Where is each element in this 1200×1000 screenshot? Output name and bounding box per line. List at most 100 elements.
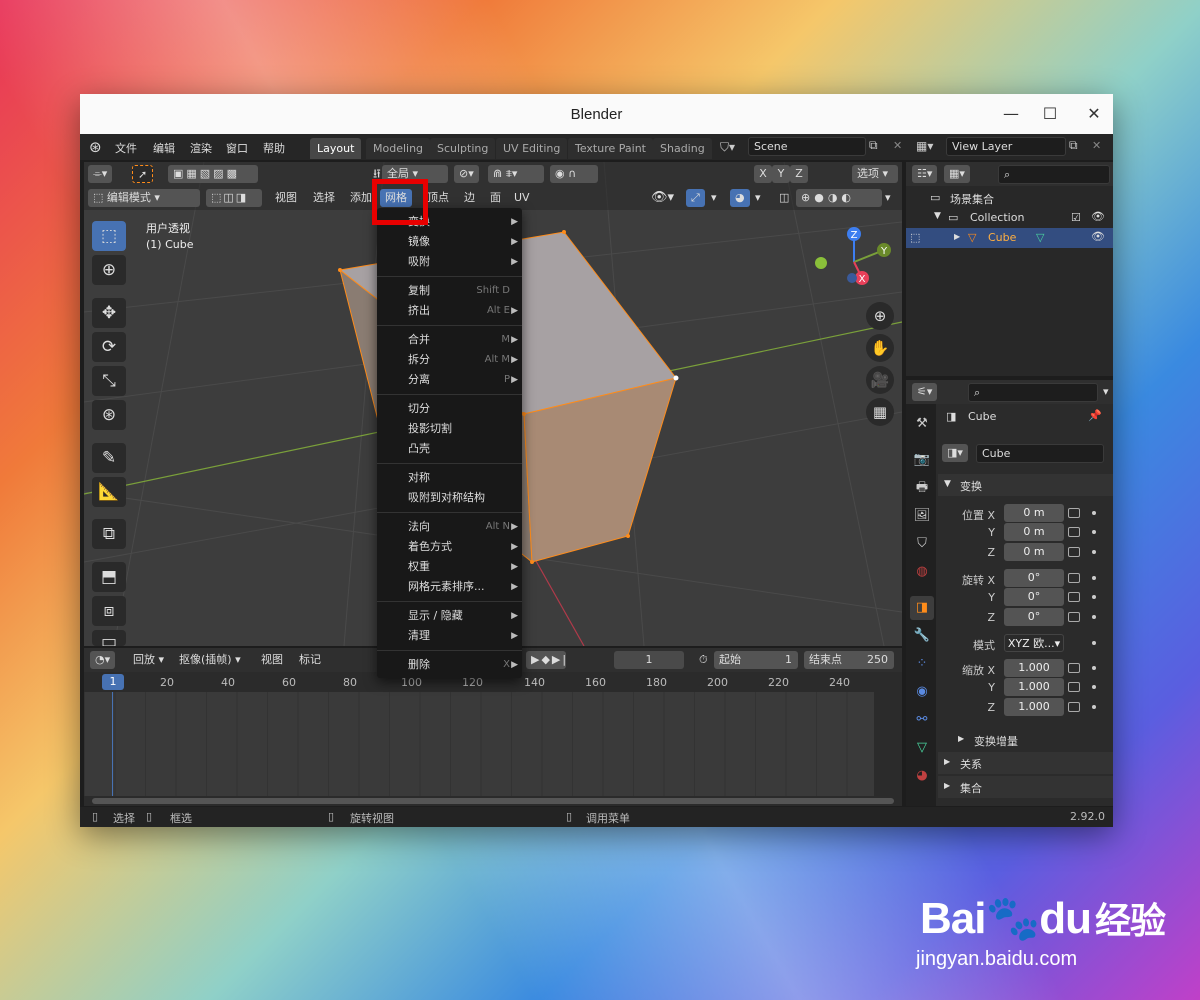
expand-arrow-icon[interactable]: ▶ <box>954 232 960 241</box>
select-box-tool-icon[interactable]: ⬚ <box>92 221 126 251</box>
axis-z-toggle[interactable]: Z <box>790 165 808 183</box>
view-layer-icon[interactable]: ▦▾ <box>916 139 933 153</box>
particles-tab-icon[interactable]: ⁘ <box>910 652 934 676</box>
menu-view[interactable]: 视图 <box>270 189 302 207</box>
overlay-dropdown-icon[interactable]: ▾ <box>750 189 766 207</box>
axis-y-toggle[interactable]: Y <box>772 165 790 183</box>
keying-dropdown[interactable]: 抠像(插帧) ▾ <box>174 651 246 669</box>
timeline-scrollbar[interactable] <box>92 798 894 804</box>
snap-icon[interactable]: ⋒ ⩨▾ <box>488 165 544 183</box>
gizmo-dropdown-icon[interactable]: ▾ <box>706 189 722 207</box>
menu-item-extrude[interactable]: 挤出 Alt E ▶ <box>377 301 522 321</box>
location-z-field[interactable]: 0 m <box>1004 543 1064 561</box>
tab-sculpting[interactable]: Sculpting <box>430 138 496 159</box>
visibility-eye-icon[interactable]: 👁 <box>1091 210 1105 223</box>
close-button[interactable]: ✕ <box>1081 102 1107 126</box>
shading-dropdown-icon[interactable]: ▾ <box>880 189 896 207</box>
pin-icon[interactable]: 📌 <box>1088 409 1102 422</box>
gizmo-toggle-icon[interactable]: ⤢ <box>686 189 705 207</box>
proportional-edit-icon[interactable]: ◉ ∩ <box>550 165 598 183</box>
tool-settings-icon[interactable]: ⌯▾ <box>88 165 113 183</box>
menu-help[interactable]: 帮助 <box>263 140 285 156</box>
menu-render[interactable]: 渲染 <box>190 140 212 156</box>
menu-item-shading[interactable]: 着色方式 ▶ <box>377 537 522 557</box>
mode-dropdown[interactable]: ⬚ 编辑模式 ▾ <box>88 189 200 207</box>
outliner-editor-type-icon[interactable]: ☷▾ <box>912 165 938 183</box>
menu-item-clean-up[interactable]: 清理 ▶ <box>377 626 522 646</box>
menu-item-mirror[interactable]: 镜像 ▶ <box>377 232 522 252</box>
expand-arrow-icon[interactable]: ▼ <box>934 211 941 221</box>
object-browse-icon[interactable]: ◨▾ <box>942 444 968 462</box>
keyframe-dot-icon[interactable] <box>1092 666 1096 670</box>
outliner-search-input[interactable]: ⌕ <box>998 165 1110 184</box>
tree-row-cube[interactable]: ⬚ ▶ ▽ Cube ▽ 👁 <box>906 228 1113 248</box>
modifier-tab-icon[interactable]: 🔧 <box>910 624 934 648</box>
view-layer-field[interactable]: View Layer <box>946 137 1066 156</box>
inset-tool-icon[interactable]: ⧈ <box>92 596 126 626</box>
scale-z-field[interactable]: 1.000 <box>1004 698 1064 716</box>
menu-item-snap-to-symmetry[interactable]: 吸附到对称结构 <box>377 488 522 508</box>
playhead-frame[interactable]: 1 <box>102 674 124 690</box>
xray-icon[interactable]: ◫ <box>774 189 794 207</box>
menu-edit[interactable]: 编辑 <box>153 140 175 156</box>
perspective-grid-icon[interactable]: ▦ <box>866 398 894 426</box>
end-frame-field[interactable]: 结束点 250 <box>804 651 894 669</box>
rotation-y-field[interactable]: 0° <box>1004 588 1064 606</box>
material-tab-icon[interactable]: ◕ <box>910 764 934 788</box>
lock-icon[interactable] <box>1068 527 1080 537</box>
lock-icon[interactable] <box>1068 573 1080 583</box>
lock-icon[interactable] <box>1068 612 1080 622</box>
menu-item-convex-hull[interactable]: 凸壳 <box>377 439 522 459</box>
scene-field[interactable]: Scene <box>748 137 866 156</box>
menu-item-sort-elements[interactable]: 网格元素排序... ▶ <box>377 577 522 597</box>
collections-panel-header[interactable]: ▶ 集合 <box>938 776 1113 798</box>
tree-row-scene-collection[interactable]: ▭ 场景集合 <box>906 188 1113 208</box>
playback-dropdown[interactable]: 回放 ▾ <box>128 651 169 669</box>
properties-options-icon[interactable]: ▾ <box>1098 383 1114 401</box>
keyframe-dot-icon[interactable] <box>1092 705 1096 709</box>
remove-scene-icon[interactable]: ✕ <box>893 139 902 152</box>
properties-search-input[interactable]: ⌕ <box>968 383 1098 402</box>
scene-icon[interactable]: ⛉▾ <box>720 140 735 155</box>
keyframe-dot-icon[interactable] <box>1092 576 1096 580</box>
outliner[interactable]: ☷▾ ▦▾ ⌕ ▭ 场景集合 ▼ ▭ Collection ☑ 👁 ⬚ ▶ ▽ … <box>906 162 1113 376</box>
measure-tool-icon[interactable]: 📐 <box>92 477 126 507</box>
remove-view-layer-icon[interactable]: ✕ <box>1092 139 1101 152</box>
data-tab-icon[interactable]: ▽ <box>910 736 934 760</box>
menu-select[interactable]: 选择 <box>308 189 340 207</box>
camera-icon[interactable]: 🎥 <box>866 366 894 394</box>
physics-tab-icon[interactable]: ◉ <box>910 680 934 704</box>
menu-item-delete[interactable]: 删除 X ▶ <box>377 655 522 675</box>
select-mode-buttons[interactable]: ▣▦▧▨▩ <box>168 165 258 183</box>
exclude-checkbox-icon[interactable]: ☑ <box>1071 211 1081 224</box>
keyframe-dot-icon[interactable] <box>1092 530 1096 534</box>
menu-item-merge[interactable]: 合并 M ▶ <box>377 330 522 350</box>
tab-texture-paint[interactable]: Texture Paint <box>568 138 653 159</box>
lock-icon[interactable] <box>1068 702 1080 712</box>
keyframe-dot-icon[interactable] <box>1092 595 1096 599</box>
tab-uv-editing[interactable]: UV Editing <box>496 138 568 159</box>
display-mode-icon[interactable]: ▦▾ <box>944 165 970 183</box>
render-tab-icon[interactable]: 📷 <box>910 448 934 472</box>
menu-item-bisect[interactable]: 切分 <box>377 399 522 419</box>
transform-panel-header[interactable]: ▼ 变换 <box>938 474 1113 496</box>
visibility-icon[interactable]: 👁▾ <box>646 189 679 207</box>
view-layer-tab-icon[interactable]: 🖼 <box>910 504 934 528</box>
menu-item-separate[interactable]: 分离 P ▶ <box>377 370 522 390</box>
menu-item-duplicate[interactable]: 复制 Shift D <box>377 281 522 301</box>
current-frame-field[interactable]: 1 <box>614 651 684 669</box>
scale-x-field[interactable]: 1.000 <box>1004 659 1064 677</box>
pan-hand-icon[interactable]: ✋ <box>866 334 894 362</box>
options-dropdown[interactable]: 选项 ▾ <box>852 165 898 183</box>
keyframe-dot-icon[interactable] <box>1092 685 1096 689</box>
location-y-field[interactable]: 0 m <box>1004 523 1064 541</box>
rotation-z-field[interactable]: 0° <box>1004 608 1064 626</box>
rotation-mode-dropdown[interactable]: XYZ 欧...▾ <box>1004 634 1064 652</box>
playback-controls-icon[interactable]: ▶◆▶| <box>526 651 566 669</box>
overlay-toggle-icon[interactable]: ◕ <box>730 189 750 207</box>
shading-buttons[interactable]: ⊕●◑◐ <box>796 189 882 207</box>
world-tab-icon[interactable]: ◍ <box>910 560 934 584</box>
new-scene-icon[interactable]: ⧉ <box>869 138 878 153</box>
properties-editor-type-icon[interactable]: ⚟▾ <box>912 383 938 401</box>
menu-edge[interactable]: 边 <box>459 189 480 207</box>
